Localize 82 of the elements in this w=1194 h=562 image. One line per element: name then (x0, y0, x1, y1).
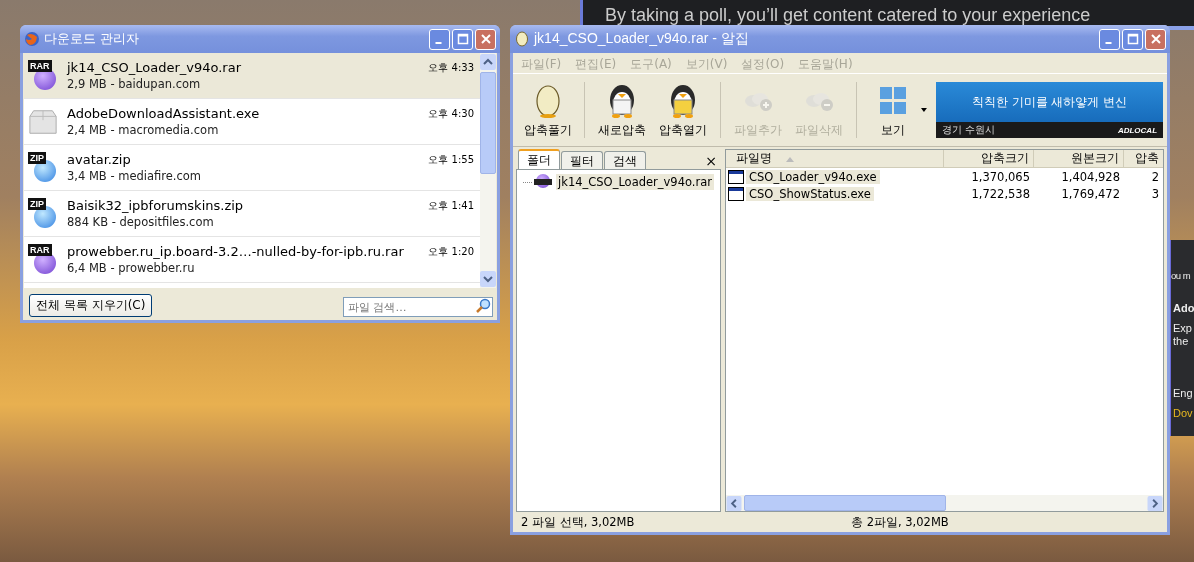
tree-item[interactable]: jk14_CSO_Loader_v94o.rar (556, 174, 714, 190)
program-icon (728, 169, 744, 184)
download-time: 오후 1:20 (428, 245, 474, 259)
status-text: 총 2파일, 3,02MB (851, 514, 949, 530)
horizontal-scrollbar[interactable] (726, 495, 1163, 511)
toolbar-button[interactable]: 압축풀기 (517, 82, 579, 138)
scroll-up-icon[interactable] (480, 54, 496, 70)
maximize-button[interactable] (1122, 28, 1143, 50)
table-cell-text: 2 (1150, 169, 1160, 184)
scroll-thumb[interactable] (480, 72, 496, 174)
panel-text: ou m (1171, 270, 1191, 281)
file-details: 2,9 MB - baidupan.com (67, 77, 202, 91)
download-time: 오후 4:30 (428, 107, 474, 121)
table-cell-text: 1,404,928 (1060, 169, 1121, 184)
window-title: jk14_CSO_Loader_v94o.rar - 알집 (534, 30, 750, 48)
download-item[interactable]: RAR jk14_CSO_Loader_v94o.rar 2,9 MB - baidupan.com 오후 4:33 (24, 53, 480, 99)
program-icon (728, 186, 744, 201)
close-button[interactable] (1145, 28, 1166, 50)
table-cell-text: 1,370,065 (970, 169, 1031, 184)
pane-tab[interactable]: 폴더 (518, 149, 560, 169)
window-title: 다운로드 관리자 (44, 30, 141, 48)
panel-text: the (1173, 335, 1189, 347)
column-header[interactable]: 원본크기 (1034, 150, 1124, 167)
toolbar-button[interactable]: 보기 (862, 82, 924, 138)
minimize-icon (1104, 42, 1112, 44)
file-name: jk14_CSO_Loader_v94o.rar (67, 60, 243, 75)
ad-brand: ADLOCAL (1117, 125, 1158, 135)
close-icon (479, 33, 492, 45)
table-cell-text: 3 (1150, 186, 1160, 201)
toolbar-button[interactable]: 압축열기 (652, 82, 714, 138)
close-pane-button[interactable]: × (705, 153, 717, 169)
ad-banner[interactable]: 칙칙한 기미를 새하얗게 변신 경기 수원시 ADLOCAL (935, 82, 1164, 138)
panel-text: Ado (1173, 302, 1194, 314)
caret-icon[interactable] (919, 106, 928, 114)
file-name[interactable]: CSO_ShowStatus.exe (746, 186, 874, 201)
file-name: AdobeDownloadAssistant.exe (67, 106, 261, 121)
toolbar-button[interactable]: 새로압축 (591, 82, 653, 138)
archive-icon (534, 174, 553, 190)
scroll-down-icon[interactable] (480, 271, 496, 287)
file-name: avatar.zip (67, 152, 132, 167)
column-header[interactable]: 압축 (1124, 150, 1163, 167)
maximize-button[interactable] (452, 28, 473, 50)
scroll-right-icon[interactable] (1147, 495, 1163, 511)
search-field[interactable]: 파일 검색… (343, 297, 493, 317)
clear-list-button[interactable]: 전체 목록 지우기(C) (29, 294, 153, 317)
pane-tab[interactable]: 검색 (604, 151, 646, 169)
file-name: Baisik32_ipbforumskins.zip (67, 198, 245, 213)
panel-text: Eng (1173, 387, 1193, 399)
minimize-button[interactable] (1099, 28, 1120, 50)
scroll-left-icon[interactable] (726, 495, 742, 511)
close-icon (1149, 33, 1162, 45)
pane-tab[interactable]: 필터 (561, 151, 603, 169)
file-details: 6,4 MB - prowebber.ru (67, 261, 196, 275)
minimize-button[interactable] (429, 28, 450, 50)
table-cell-text: 1,722,538 (970, 186, 1031, 201)
egg-icon (514, 31, 530, 47)
scroll-thumb[interactable] (744, 495, 946, 511)
file-name: prowebber.ru_ip.board-3.2…-nulled-by-for-ipb.ru.rar (67, 244, 405, 259)
ad-headline: 칙칙한 기미를 새하얗게 변신 (970, 93, 1129, 111)
status-text: 2 파일 선택, 3,02MB (521, 514, 636, 530)
ad-location: 경기 수원시 (941, 123, 995, 137)
file-details: 3,4 MB - mediafire.com (67, 169, 203, 183)
panel-text: Exp (1173, 322, 1192, 334)
column-header[interactable]: 파일명 (726, 150, 944, 167)
search-icon (475, 297, 491, 314)
download-time: 오후 1:55 (428, 153, 474, 167)
close-button[interactable] (475, 28, 496, 50)
vertical-scrollbar[interactable] (480, 53, 496, 288)
file-name[interactable]: CSO_Loader_v94o.exe (746, 169, 880, 184)
table-cell-text: 1,769,472 (1060, 186, 1121, 201)
column-header[interactable]: 압축크기 (944, 150, 1034, 167)
file-details: 2,4 MB - macromedia.com (67, 123, 220, 137)
minimize-icon (434, 42, 442, 44)
sort-arrow-icon (786, 155, 794, 162)
maximize-icon (456, 33, 469, 45)
headline-text: By taking a poll, you’ll get content catered to your experience (605, 4, 1091, 26)
panel-text: Dov (1173, 407, 1193, 419)
file-details: 884 KB - depositfiles.com (67, 215, 215, 229)
download-time: 오후 1:41 (428, 199, 474, 213)
maximize-icon (1126, 33, 1139, 45)
browser-icon (24, 31, 40, 47)
download-time: 오후 4:33 (428, 61, 474, 75)
